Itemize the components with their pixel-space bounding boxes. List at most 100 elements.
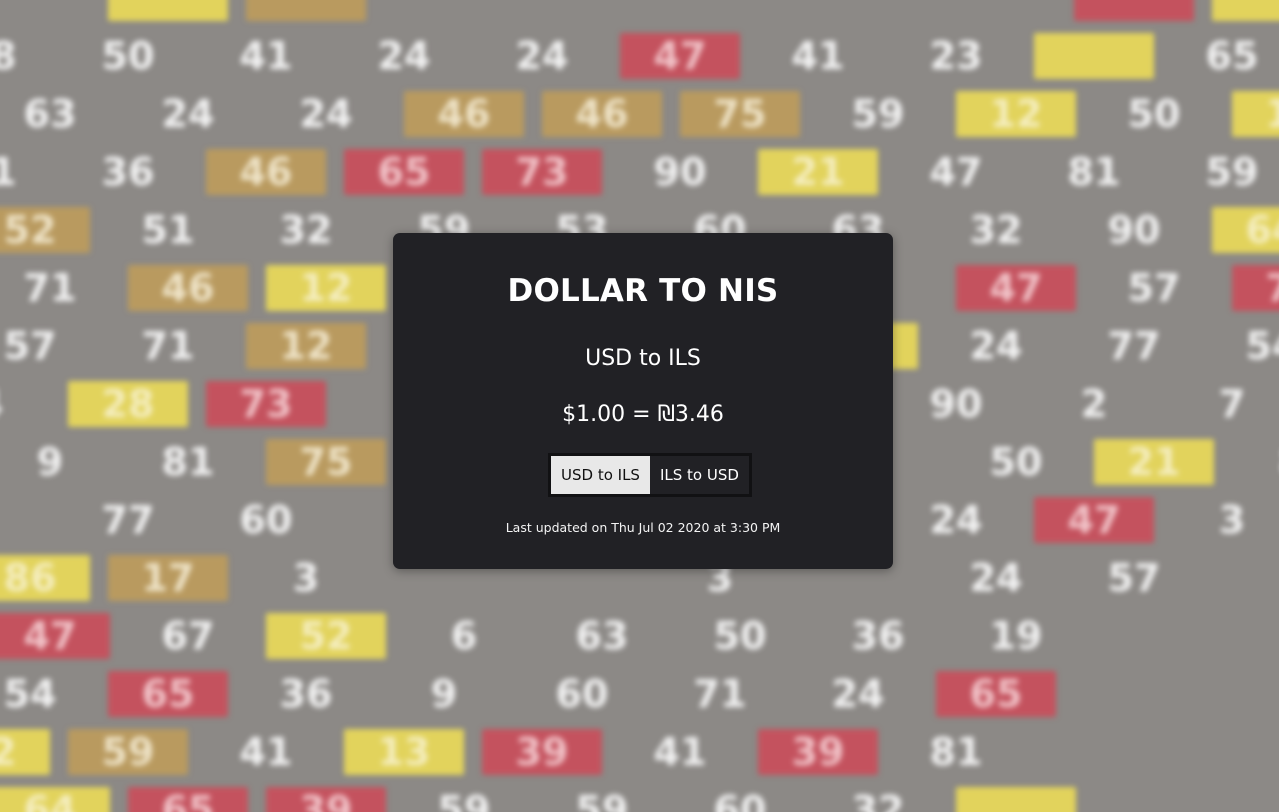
board-cell: 24 (831, 672, 885, 716)
board-cell (1232, 613, 1279, 659)
board-cell: 36 (279, 672, 333, 716)
board-cell: 28 (68, 381, 188, 427)
board-cell: 9 (430, 672, 458, 716)
board-cell: 52 (266, 613, 386, 659)
board-cell: 46 (542, 91, 662, 137)
board-cell: 57 (1127, 266, 1181, 310)
converter-card: DOLLAR TO NIS USD to ILS $1.00 = ₪3.46 U… (393, 233, 893, 569)
board-cell: 41 (239, 34, 293, 78)
board-cell: 41 (239, 730, 293, 774)
conversion-toggle-group: USD to ILS ILS to USD (548, 453, 752, 497)
board-cell: 86 (0, 555, 90, 601)
board-cell: 32 (279, 208, 333, 252)
board-cell: 59 (437, 788, 491, 812)
board-cell: 24 (929, 498, 983, 542)
board-cell: 77 (101, 498, 155, 542)
board-cell (1094, 787, 1214, 812)
board-cell: 46 (128, 265, 248, 311)
board-cell: 65 (128, 787, 248, 812)
board-cell: 39 (758, 729, 878, 775)
board-cell: 90 (929, 382, 983, 426)
board-cell: 57 (1107, 556, 1161, 600)
board-cell: 3 (1218, 498, 1246, 542)
board-row: 47 67 52 6 63 50 36 19 (0, 613, 1279, 659)
board-cell: 75 (680, 91, 800, 137)
board-cell: 54 (1245, 324, 1279, 368)
board-cell: 59 (575, 788, 629, 812)
board-cell: 60 (713, 788, 767, 812)
board-cell: 12 (246, 323, 366, 369)
board-cell: 73 (482, 149, 602, 195)
board-cell: 73 (206, 381, 326, 427)
page-title: DOLLAR TO NIS (507, 273, 779, 309)
board-cell: 36 (101, 150, 155, 194)
board-cell: 81 (161, 440, 215, 484)
board-cell: 8 (1232, 439, 1279, 485)
board-cell: 36 (851, 614, 905, 658)
board-cell: 24 (161, 92, 215, 136)
board-row: 63 24 24 46 46 75 59 12 50 12 (0, 91, 1279, 137)
board-cell: 73 (1232, 265, 1279, 311)
board-cell: 4 (0, 381, 50, 427)
board-cell: 46 (404, 91, 524, 137)
board-cell: 12 (266, 265, 386, 311)
board-cell: 39 (266, 787, 386, 812)
usd-to-ils-button[interactable]: USD to ILS (551, 456, 650, 494)
board-cell: 90 (653, 150, 707, 194)
board-cell: 63 (575, 614, 629, 658)
board-cell: 47 (620, 33, 740, 79)
board-cell: 81 (1067, 150, 1121, 194)
board-cell: 50 (989, 440, 1043, 484)
board-cell: 63 (23, 92, 77, 136)
board-cell: 24 (377, 34, 431, 78)
board-cell (1232, 787, 1279, 812)
board-row: 38 50 41 24 24 47 41 23 65 (0, 33, 1279, 79)
board-cell: 21 (1094, 439, 1214, 485)
board-cell: 13 (344, 729, 464, 775)
board-cell: 57 (3, 324, 57, 368)
board-cell: 6 (450, 614, 478, 658)
board-cell: 12 (1232, 91, 1279, 137)
board-cell: 52 (0, 207, 90, 253)
board-cell (956, 787, 1076, 812)
board-row: 64 65 39 59 59 60 32 (0, 787, 1279, 812)
board-cell (1094, 613, 1214, 659)
board-cell (936, 0, 1056, 21)
board-cell: 17 (108, 555, 228, 601)
board-cell (1212, 671, 1279, 717)
board-cell (1172, 729, 1279, 775)
board-cell: 75 (266, 439, 386, 485)
board-cell: 71 (693, 672, 747, 716)
board-cell (1212, 555, 1279, 601)
board-cell: 77 (1107, 324, 1161, 368)
board-cell: 54 (3, 672, 57, 716)
board-cell: 32 (969, 208, 1023, 252)
board-cell: 64 (1212, 207, 1279, 253)
board-cell: 59 (68, 729, 188, 775)
board-cell: 41 (791, 34, 845, 78)
board-cell: 59 (1205, 150, 1259, 194)
board-cell (1034, 729, 1154, 775)
board-cell: 2 (1080, 382, 1108, 426)
board-cell: 47 (956, 265, 1076, 311)
board-cell: 71 (23, 266, 77, 310)
board-cell: 65 (1205, 34, 1259, 78)
currency-pair-label: USD to ILS (585, 346, 701, 371)
board-cell: 24 (515, 34, 569, 78)
board-cell: 52 (0, 729, 50, 775)
board-cell: 60 (239, 498, 293, 542)
board-cell: 67 (161, 614, 215, 658)
board-cell: 9 (36, 440, 64, 484)
board-cell: 24 (299, 92, 353, 136)
board-cell: 24 (969, 324, 1023, 368)
ils-to-usd-button[interactable]: ILS to USD (649, 456, 749, 494)
board-cell (246, 0, 366, 21)
board-cell (660, 0, 780, 21)
board-cell: 64 (0, 787, 110, 812)
board-cell: 90 (1107, 208, 1161, 252)
board-cell: 60 (555, 672, 609, 716)
board-cell: 59 (851, 92, 905, 136)
board-cell (1074, 671, 1194, 717)
board-cell: 7 (1218, 382, 1246, 426)
board-cell (108, 0, 228, 21)
